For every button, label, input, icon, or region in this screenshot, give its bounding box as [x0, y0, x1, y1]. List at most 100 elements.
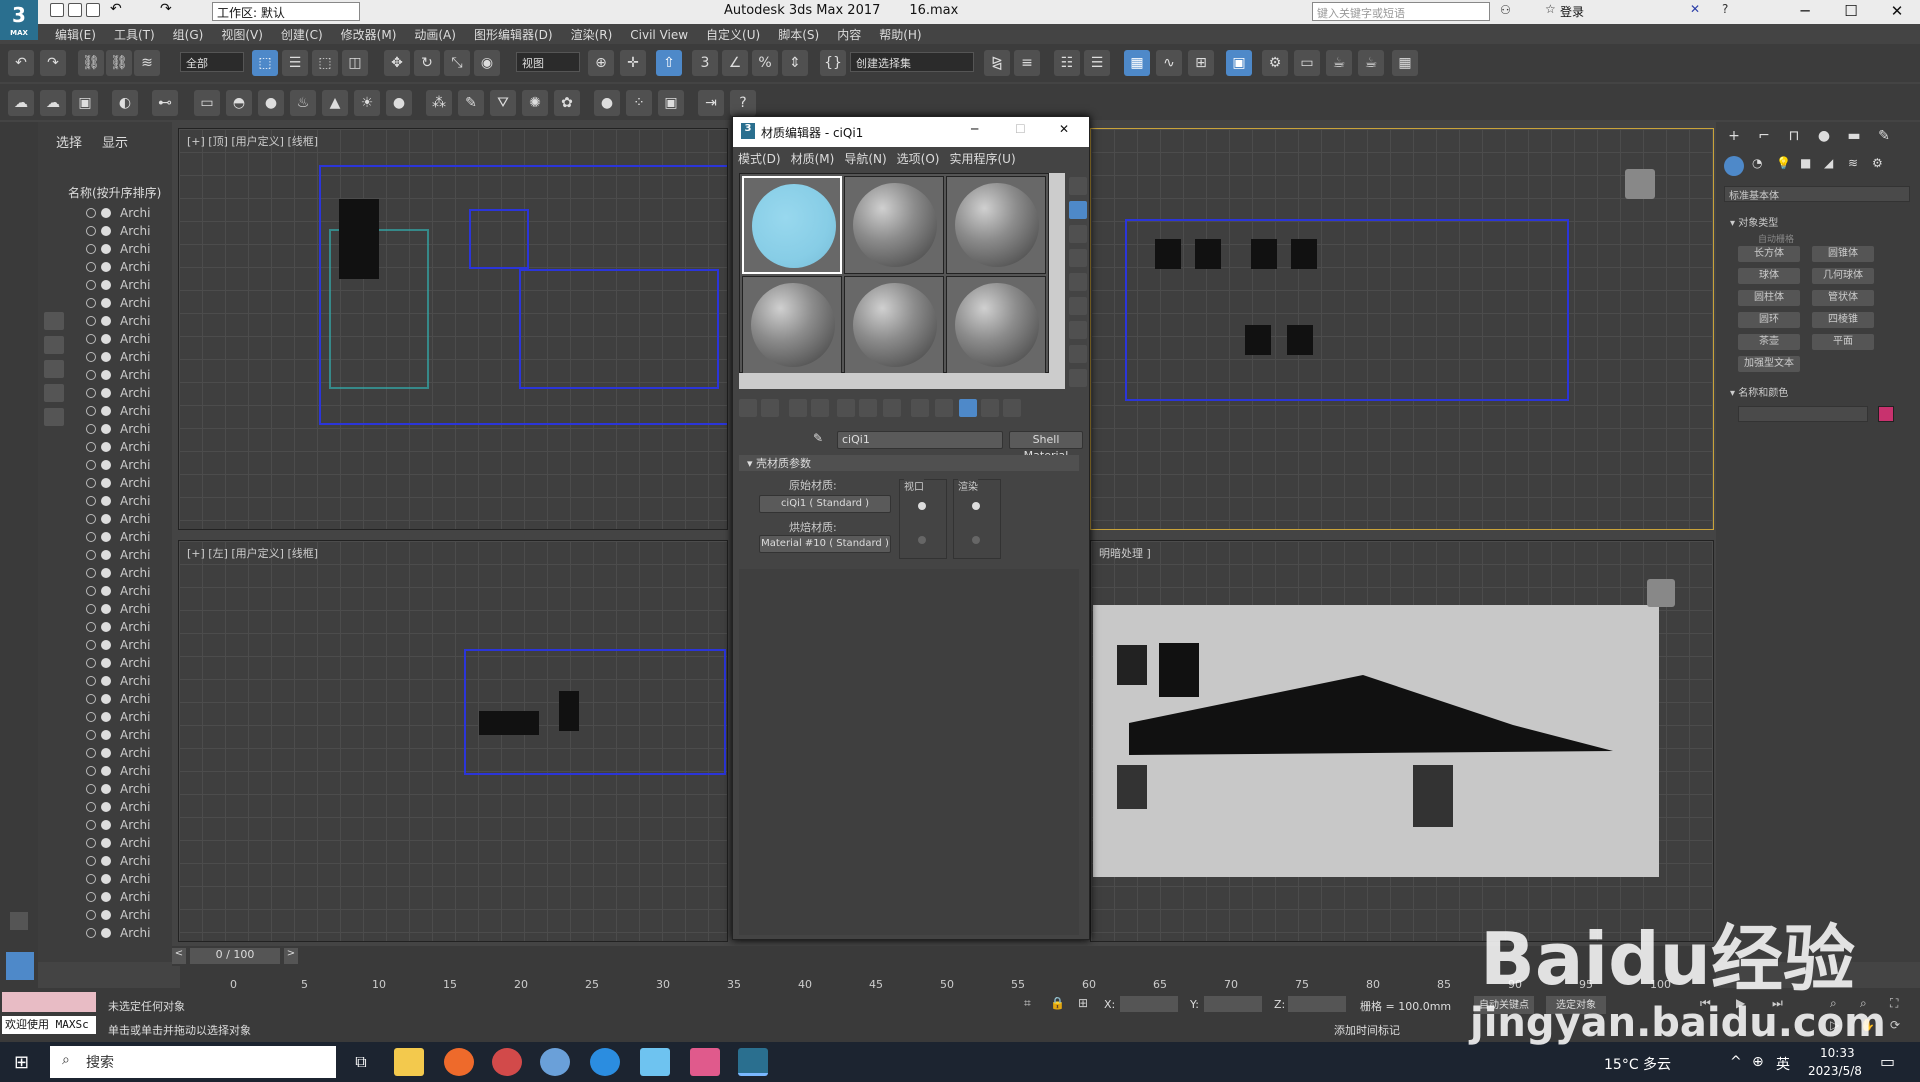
scene-object-row[interactable]: Archi	[38, 780, 164, 798]
sample-slot[interactable]	[844, 176, 944, 274]
cloth-icon[interactable]: ⛛	[490, 90, 516, 116]
a360-icon[interactable]: ▦	[1392, 50, 1418, 76]
help-icon[interactable]: ?	[1722, 2, 1728, 16]
viewport-left[interactable]: [+] [左] [用户定义] [线框]	[178, 540, 728, 942]
3dsmax-taskbar-icon[interactable]	[738, 1048, 768, 1076]
named-selection-set[interactable]: 创建选择集	[850, 52, 974, 72]
name-color-rollout[interactable]: ▾ 名称和颜色	[1730, 384, 1788, 399]
backlight-icon[interactable]	[1069, 201, 1087, 219]
spinner-snap-icon[interactable]: ⇕	[782, 50, 808, 76]
scene-object-row[interactable]: Archi	[38, 492, 164, 510]
visibility-eye-icon[interactable]	[86, 262, 96, 272]
maximize-button[interactable]: ☐	[1828, 0, 1874, 24]
geometry-icon[interactable]	[1724, 156, 1744, 176]
box-icon[interactable]: ▭	[194, 90, 220, 116]
render-light-icon[interactable]	[101, 550, 111, 560]
primitive-button[interactable]: 四棱锥	[1812, 312, 1874, 328]
render-light-icon[interactable]	[101, 442, 111, 452]
render-light-icon[interactable]	[101, 316, 111, 326]
scene-object-row[interactable]: Archi	[38, 222, 164, 240]
mat-menu-navigation[interactable]: 导航(N)	[839, 147, 891, 170]
material-type-button[interactable]: Shell Material	[1009, 431, 1083, 462]
globe-icon[interactable]: ⊕	[1752, 1054, 1764, 1070]
cloud-icon[interactable]: ☁	[40, 90, 66, 116]
helpers-icon[interactable]: ◢	[1824, 156, 1833, 170]
viewport-top[interactable]: [+] [顶] [用户定义] [线框]	[178, 128, 728, 530]
visibility-eye-icon[interactable]	[86, 208, 96, 218]
scene-object-row[interactable]: Archi	[38, 888, 164, 906]
scene-tab-select[interactable]: 选择	[56, 132, 82, 151]
z-coord-field[interactable]	[1288, 996, 1346, 1012]
motion-tab-icon[interactable]: ●	[1812, 128, 1836, 150]
cameras-icon[interactable]: ■	[1800, 156, 1811, 170]
scene-object-row[interactable]: Archi	[38, 276, 164, 294]
pivot-center-icon[interactable]: ⊕	[588, 50, 614, 76]
viewport-top-label[interactable]: [+] [顶] [用户定义] [线框]	[187, 133, 318, 149]
render-light-icon[interactable]	[101, 262, 111, 272]
scene-object-row[interactable]: Archi	[38, 474, 164, 492]
visibility-eye-icon[interactable]	[86, 280, 96, 290]
scene-object-row[interactable]: Archi	[38, 924, 164, 942]
put-to-scene-icon[interactable]	[761, 399, 779, 417]
menu-content[interactable]: 内容	[828, 24, 870, 45]
star-icon[interactable]: ☆	[1545, 2, 1556, 16]
save-file-icon[interactable]	[86, 3, 100, 17]
time-slider-thumb[interactable]: 0 / 100	[190, 948, 280, 964]
visibility-eye-icon[interactable]	[86, 892, 96, 902]
scene-object-row[interactable]: Archi	[38, 240, 164, 258]
scene-list-header[interactable]: 名称(按升序排序)	[68, 184, 161, 201]
primitive-button[interactable]: 茶壶	[1738, 334, 1800, 350]
render-light-icon[interactable]	[101, 226, 111, 236]
new-file-icon[interactable]	[50, 3, 64, 17]
render-light-icon[interactable]	[101, 334, 111, 344]
select-by-name-icon[interactable]: ☰	[282, 50, 308, 76]
visibility-eye-icon[interactable]	[86, 478, 96, 488]
render-light-icon[interactable]	[101, 460, 111, 470]
visibility-eye-icon[interactable]	[86, 604, 96, 614]
select-manipulate-icon[interactable]: ✛	[620, 50, 646, 76]
object-name-input[interactable]	[1738, 406, 1868, 422]
app-icon[interactable]	[690, 1048, 720, 1076]
visibility-eye-icon[interactable]	[86, 910, 96, 920]
primitive-button[interactable]: 圆锥体	[1812, 246, 1874, 262]
multi-material-icon[interactable]: ⁘	[626, 90, 652, 116]
sphere-icon[interactable]: ●	[258, 90, 284, 116]
edge-icon[interactable]	[590, 1048, 620, 1076]
x-coord-field[interactable]	[1120, 996, 1178, 1012]
scene-object-row[interactable]: Archi	[38, 330, 164, 348]
scene-object-row[interactable]: Archi	[38, 366, 164, 384]
visibility-eye-icon[interactable]	[86, 532, 96, 542]
scene-object-row[interactable]: Archi	[38, 546, 164, 564]
menu-help[interactable]: 帮助(H)	[870, 24, 930, 45]
menu-rendering[interactable]: 渲染(R)	[562, 24, 622, 45]
hierarchy-tab-icon[interactable]: ⊓	[1782, 128, 1806, 150]
teapot-shape-icon[interactable]: ♨	[290, 90, 316, 116]
unlink-icon[interactable]: ⛓	[106, 50, 132, 76]
visibility-eye-icon[interactable]	[86, 550, 96, 560]
get-material-icon[interactable]	[739, 399, 757, 417]
zoom-extents-icon[interactable]: ⛶	[1890, 996, 1898, 1011]
render-light-icon[interactable]	[101, 802, 111, 812]
render-light-icon[interactable]	[101, 370, 111, 380]
scene-object-row[interactable]: Archi	[38, 726, 164, 744]
scene-object-row[interactable]: Archi	[38, 564, 164, 582]
render-light-icon[interactable]	[101, 568, 111, 578]
menu-customize[interactable]: 自定义(U)	[697, 24, 769, 45]
mat-maximize-button[interactable]: ☐	[1015, 122, 1026, 136]
visibility-eye-icon[interactable]	[86, 766, 96, 776]
viewport-radio-original[interactable]	[918, 502, 926, 510]
primitive-button[interactable]: 长方体	[1738, 246, 1800, 262]
y-coord-field[interactable]	[1204, 996, 1262, 1012]
render-light-icon[interactable]	[101, 640, 111, 650]
put-to-library-icon[interactable]	[859, 399, 877, 417]
viewport-perspective[interactable]: 明暗处理 ]	[1090, 540, 1714, 942]
render-light-icon[interactable]	[101, 208, 111, 218]
render-light-icon[interactable]	[101, 352, 111, 362]
delete-material-icon[interactable]	[811, 399, 829, 417]
particles-icon[interactable]: ⁂	[426, 90, 452, 116]
isolate-icon[interactable]: ⌗	[1024, 996, 1031, 1011]
sample-slots-scrollbar[interactable]	[1049, 173, 1065, 373]
show-end-result-icon[interactable]	[935, 399, 953, 417]
add-time-tag[interactable]: 添加时间标记	[1334, 1022, 1400, 1038]
go-to-parent-icon[interactable]	[959, 399, 977, 417]
